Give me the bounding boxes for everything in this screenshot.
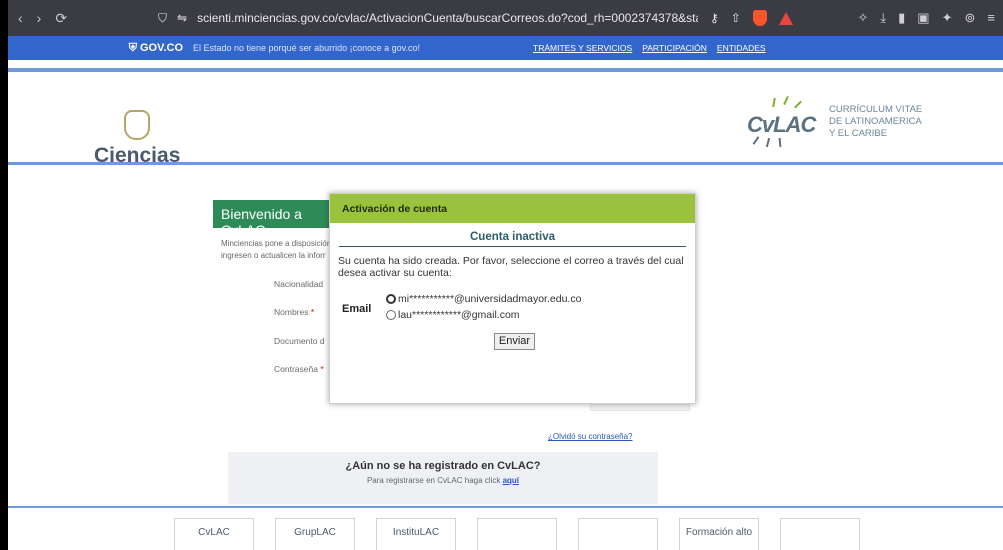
gov-logo-text: GOV.CO: [140, 41, 183, 54]
intro-line: ingresen o actualicen la inforr: [221, 251, 326, 260]
footer-logo-formacion[interactable]: Formación alto: [679, 518, 759, 550]
radio-button[interactable]: [386, 294, 396, 304]
label-contrasena-text: Contraseña: [274, 364, 318, 374]
modal-title: Activación de cuenta: [330, 194, 695, 223]
required-mark: *: [310, 307, 315, 317]
reload-button[interactable]: ⟳: [55, 10, 67, 27]
forward-button[interactable]: ›: [37, 10, 42, 27]
footer-logo-cvlac[interactable]: CvLAC: [174, 518, 254, 550]
cvlac-logo[interactable]: CvLAC CURRÍCULUM VITAE DE LATINOAMERICA …: [743, 95, 922, 148]
bookmark-icon[interactable]: ⛉: [158, 11, 167, 26]
url-text[interactable]: scienti.minciencias.gov.co/cvlac/Activac…: [197, 11, 698, 25]
email-option-1[interactable]: mi***********@universidadmayor.edu.co: [386, 293, 581, 305]
url-actions: ⚷ ⇧: [710, 10, 793, 26]
email-option-2[interactable]: lau************@gmail.com: [386, 309, 520, 321]
cvlac-caption: CURRÍCULUM VITAE DE LATINOAMERICA Y EL C…: [829, 104, 922, 140]
gov-link-participacion[interactable]: PARTICIPACIÓN: [642, 43, 707, 53]
modal-message: Su cuenta ha sido creada. Por favor, sel…: [338, 255, 684, 279]
register-prefix: Para registrarse en CvLAC haga click: [366, 476, 501, 485]
cvlac-caption-line: CURRÍCULUM VITAE: [829, 104, 923, 115]
share-icon[interactable]: ⇧: [731, 11, 741, 25]
nav-buttons: ‹ › ⟳: [8, 10, 158, 27]
register-box: ¿Aún no se ha registrado en CvLAC? Para …: [228, 452, 658, 504]
gov-bar: ⛨ GOV.CO El Estado no tiene porqué ser a…: [8, 36, 1003, 60]
coat-of-arms-icon: [124, 110, 151, 140]
required-mark: *: [320, 364, 324, 374]
footer-logo-5[interactable]: [578, 518, 658, 550]
radio-button[interactable]: [386, 310, 396, 320]
email-option-text: mi***********@universidadmayor.edu.co: [398, 293, 582, 305]
label-nombres: Nombres *: [274, 307, 314, 317]
forgot-password-link[interactable]: ¿Olvidó su contraseña?: [548, 432, 633, 441]
rewards-icon[interactable]: [778, 11, 793, 25]
footer-logo-gruplac[interactable]: GrupLAC: [275, 518, 355, 550]
label-nombres-text: Nombres: [274, 307, 309, 317]
cvlac-caption-line: DE LATINOAMERICA: [829, 116, 922, 127]
tabs-icon[interactable]: ▣: [917, 10, 929, 26]
wallet-icon[interactable]: ⊚: [965, 10, 976, 26]
gov-logo[interactable]: ⛨ GOV.CO: [8, 41, 193, 55]
cvlac-word: CvLAC: [747, 112, 816, 137]
footer-logos: CvLAC GrupLAC InstituLAC Formación alto: [174, 518, 860, 550]
gov-link-tramites[interactable]: TRÁMITES Y SERVICIOS: [533, 43, 632, 53]
label-nacionalidad: Nacionalidad: [274, 279, 324, 289]
download-icon[interactable]: ⤓: [880, 10, 886, 26]
modal-subtitle: Cuenta inactiva: [339, 231, 686, 247]
site-settings-icon[interactable]: ⇋: [177, 11, 187, 25]
footer-border: [8, 506, 1003, 508]
register-title: ¿Aún no se ha registrado en CvLAC?: [345, 460, 541, 472]
sidebar-icon[interactable]: ▮: [898, 10, 905, 26]
send-button[interactable]: Enviar: [494, 333, 535, 350]
email-options: Email mi***********@universidadmayor.edu…: [330, 293, 695, 337]
activation-modal: Activación de cuenta Cuenta inactiva Su …: [329, 193, 696, 404]
footer-logo-4[interactable]: [477, 518, 557, 550]
register-link[interactable]: aquí: [503, 476, 519, 485]
label-contrasena: Contraseña *: [274, 364, 324, 374]
brave-shields-icon[interactable]: [752, 10, 767, 26]
welcome-banner: Bienvenido a CvLAC: [213, 200, 348, 238]
gov-link-entidades[interactable]: ENTIDADES: [717, 43, 766, 53]
browser-window: ‹ › ⟳ ⛉ ⇋ scienti.minciencias.gov.co/cvl…: [8, 0, 1003, 550]
back-button[interactable]: ‹: [18, 10, 23, 27]
gov-shield-icon: ⛨: [128, 41, 137, 54]
extensions-icon[interactable]: ✧: [857, 10, 868, 26]
menu-icon[interactable]: ≡: [987, 10, 995, 26]
leo-icon[interactable]: ✦: [942, 10, 953, 26]
intro-line: Minciencias pone a disposición: [221, 239, 332, 248]
address-bar[interactable]: ⛉ ⇋ scienti.minciencias.gov.co/cvlac/Act…: [158, 11, 698, 26]
cvlac-caption-line: Y EL CARIBE: [829, 128, 888, 139]
cvlac-mark: CvLAC: [743, 95, 816, 148]
key-icon[interactable]: ⚷: [710, 11, 719, 25]
browser-toolbar: ‹ › ⟳ ⛉ ⇋ scienti.minciencias.gov.co/cvl…: [8, 0, 1003, 36]
footer-logo-institulac[interactable]: InstituLAC: [376, 518, 456, 550]
label-documento: Documento d: [274, 336, 325, 346]
gov-links: TRÁMITES Y SERVICIOS PARTICIPACIÓN ENTID…: [533, 43, 766, 53]
email-option-text: lau************@gmail.com: [398, 309, 520, 321]
email-label: Email: [342, 303, 372, 315]
intro-text: Minciencias pone a disposición ingresen …: [221, 238, 341, 262]
gov-message: El Estado no tiene porqué ser aburrido ¡…: [193, 43, 420, 53]
register-subtitle: Para registrarse en CvLAC haga click aqu…: [228, 476, 658, 485]
footer-logo-7[interactable]: [780, 518, 860, 550]
extension-icons: ✧ ⤓ ▮ ▣ ✦ ⊚ ≡: [857, 10, 1003, 26]
